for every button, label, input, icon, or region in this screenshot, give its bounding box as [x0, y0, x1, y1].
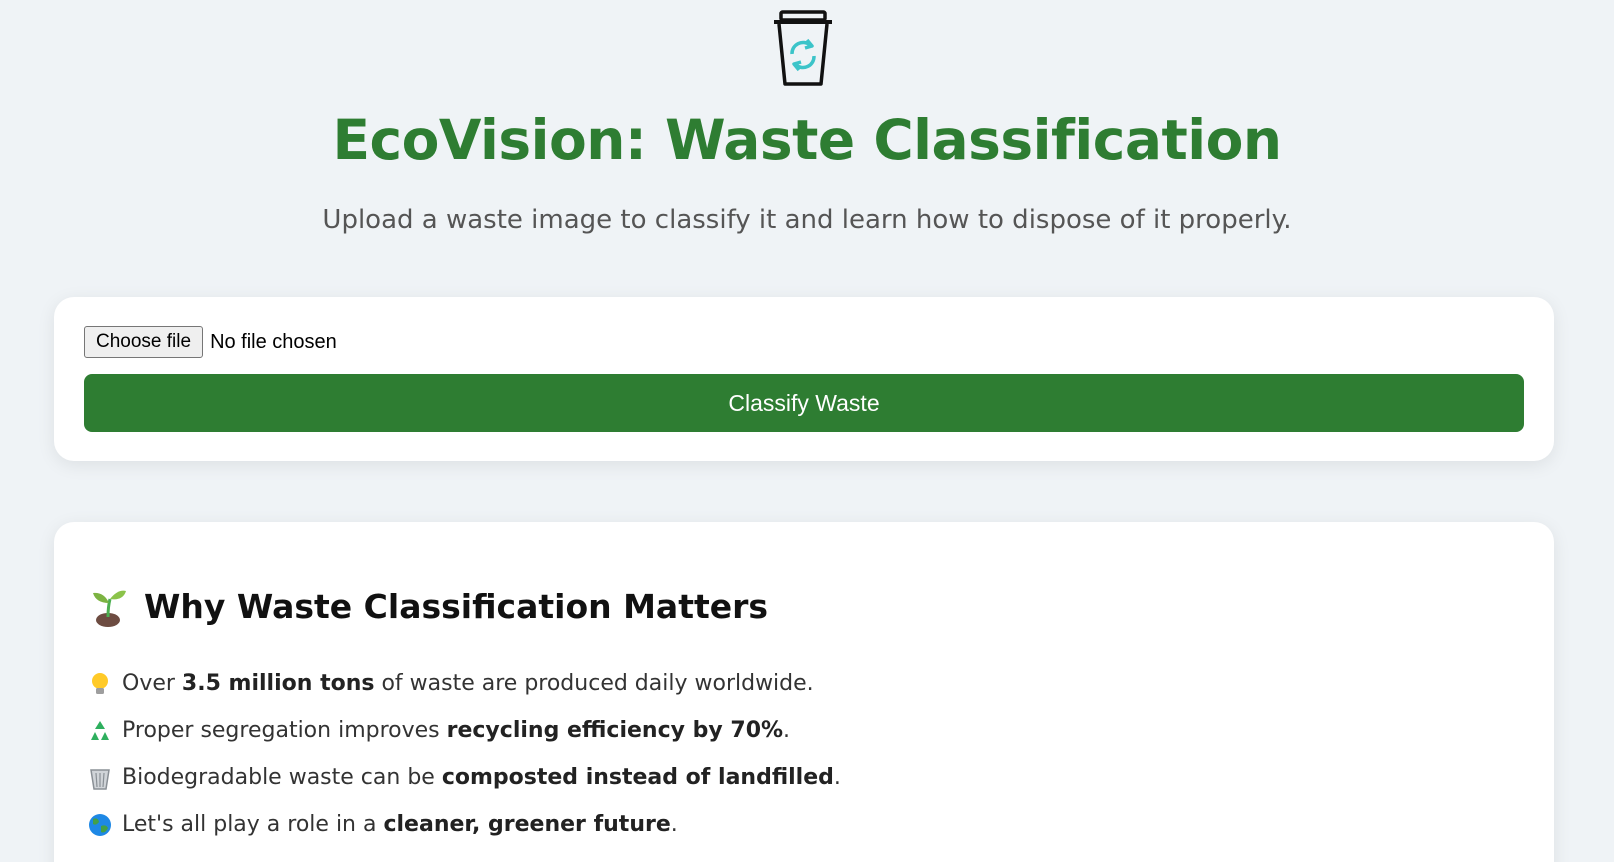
recycle-icon	[91, 720, 109, 740]
fact-text: of waste are produced daily worldwide.	[374, 671, 814, 696]
info-card: Why Waste Classification Matters Over 3.…	[54, 522, 1554, 862]
fact-highlight: 3.5 million tons	[181, 671, 375, 696]
fact-text: Let's all play a role in a	[122, 812, 384, 837]
list-item: Proper segregation improves recycling ef…	[88, 707, 841, 754]
fact-highlight: recycling efficiency by 70%	[446, 718, 784, 743]
list-item: Let's all play a role in a cleaner, gree…	[88, 801, 841, 848]
fact-text: .	[670, 812, 678, 837]
info-heading: Why Waste Classification Matters	[88, 582, 768, 632]
page-subtitle: Upload a waste image to classify it and …	[322, 205, 1292, 235]
classify-waste-button[interactable]: Classify Waste	[84, 374, 1524, 432]
lightbulb-icon	[92, 672, 108, 694]
upload-card: Choose file No file chosen Classify Wast…	[54, 297, 1554, 461]
fact-text: Proper segregation improves	[122, 718, 447, 743]
facts-list: Over 3.5 million tons of waste are produ…	[88, 660, 841, 848]
file-status-text: No file chosen	[210, 330, 337, 353]
file-input[interactable]: Choose file No file chosen	[84, 326, 337, 358]
page-title: EcoVision: Waste Classification	[332, 108, 1282, 172]
wastebasket-icon	[90, 768, 110, 790]
list-item: Biodegradable waste can be composted ins…	[88, 754, 841, 801]
fact-highlight: cleaner, greener future	[383, 812, 671, 837]
list-item: Over 3.5 million tons of waste are produ…	[88, 660, 841, 707]
fact-text: .	[783, 718, 791, 743]
fact-text: Over	[122, 671, 182, 696]
sprout-icon	[93, 590, 126, 627]
recycle-bin-icon	[774, 10, 832, 86]
page: EcoVision: Waste Classification Upload a…	[0, 0, 1614, 862]
fact-text: Biodegradable waste can be	[122, 765, 442, 790]
fact-highlight: composted instead of landfilled	[441, 765, 834, 790]
choose-file-button[interactable]: Choose file	[84, 326, 204, 358]
fact-text: .	[833, 765, 841, 790]
info-heading-text: Why Waste Classification Matters	[144, 587, 769, 626]
globe-icon	[89, 813, 111, 836]
